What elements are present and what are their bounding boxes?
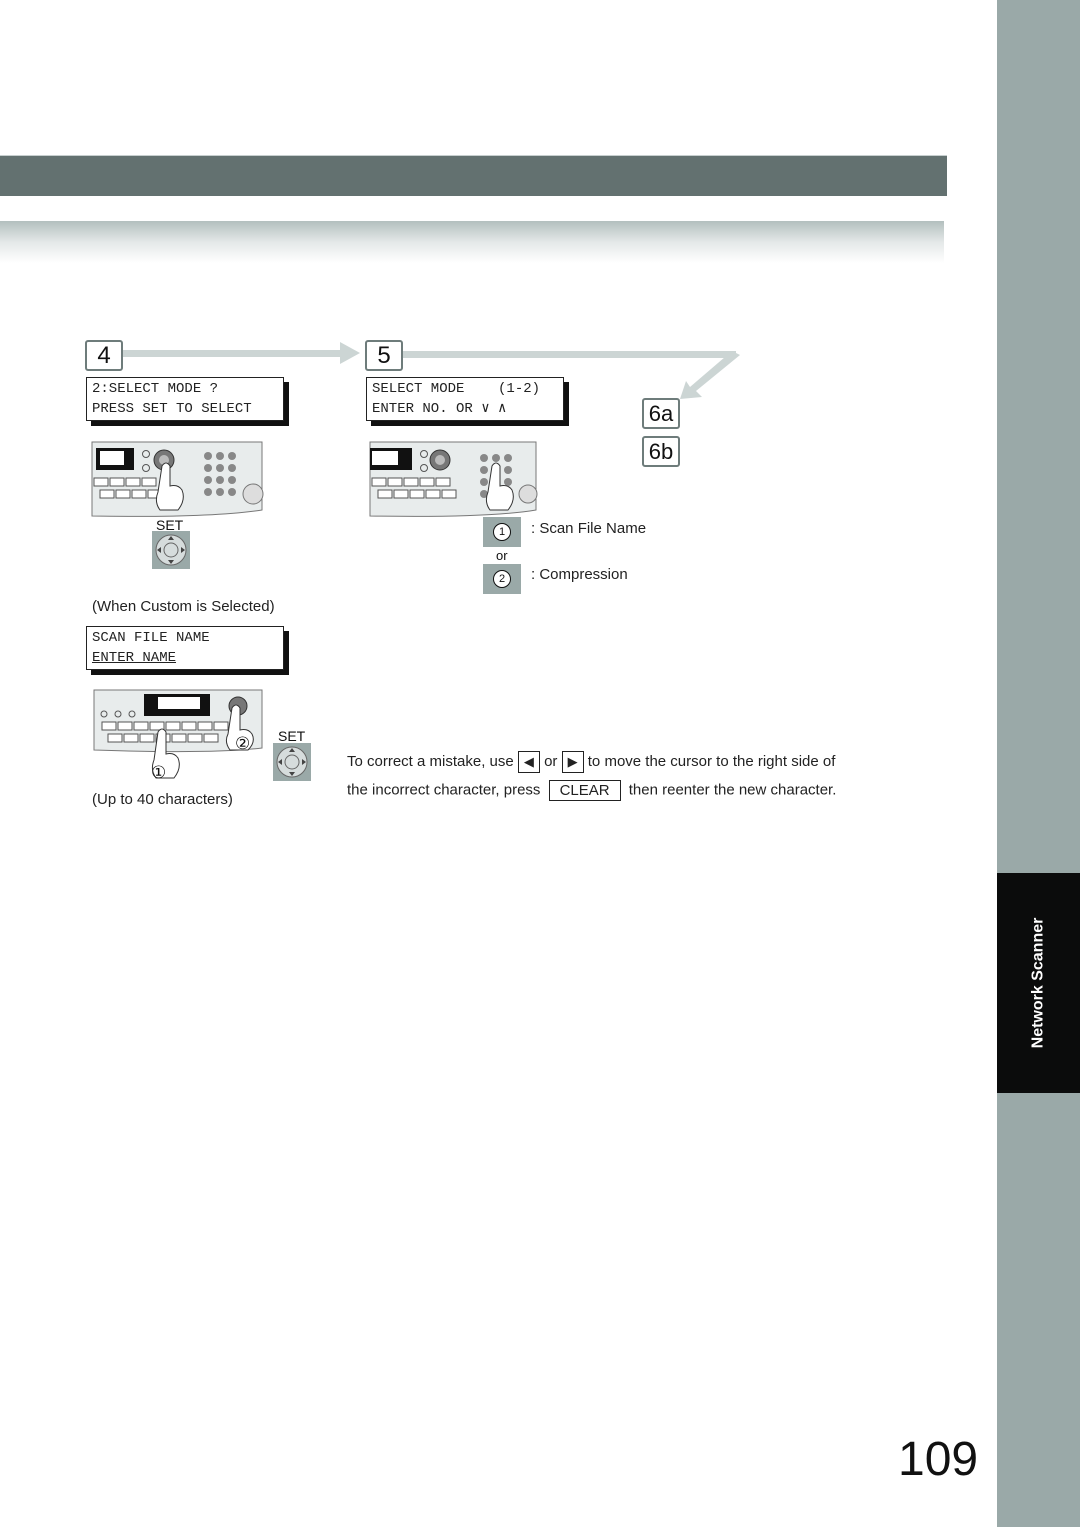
instruction-text: the incorrect character, press — [347, 781, 541, 799]
callout-1: ① — [151, 763, 167, 782]
lcd-line-2: PRESS SET TO SELECT — [92, 401, 252, 417]
instruction-or: or — [544, 752, 558, 770]
arrow-diagonal-icon — [680, 351, 740, 399]
lcd-display-scan-file-name: SCAN FILE NAME ENTER NAME — [86, 626, 284, 670]
instruction-line-2: the incorrect character, press CLEAR the… — [347, 780, 836, 801]
side-margin-bar — [997, 0, 1080, 1527]
lcd-display-step4: 2:SELECT MODE ? PRESS SET TO SELECT — [86, 377, 284, 421]
right-arrow-key-icon: ▶ — [561, 751, 584, 773]
lcd-line-1: 2:SELECT MODE ? — [92, 381, 219, 397]
page-number: 109 — [898, 1433, 979, 1486]
step-4-badge: 4 — [85, 340, 123, 371]
or-label: or — [496, 548, 508, 563]
clear-key-icon: CLEAR — [548, 780, 621, 801]
left-arrow-key-icon: ◀ — [517, 751, 540, 773]
lcd-line-2: ENTER NO. OR ∨ ∧ — [372, 401, 507, 417]
number-key-1: 1 — [483, 517, 521, 547]
step-6b-badge: 6b — [642, 436, 680, 467]
set-key-icon — [152, 531, 190, 569]
lcd-line-1: SCAN FILE NAME — [92, 630, 210, 646]
callout-2: ② — [235, 734, 251, 753]
section-tab: Network Scanner — [997, 873, 1080, 1093]
lcd-line-2: ENTER NAME — [92, 650, 177, 666]
step-6a-badge: 6a — [642, 398, 680, 429]
control-panel-illustration — [91, 441, 264, 517]
instruction-line-1: To correct a mistake, use ◀ or ▶ to move… — [347, 751, 835, 773]
lcd-display-step5: SELECT MODE (1-2) ENTER NO. OR ∨ ∧ — [366, 377, 564, 421]
option-compression: : Compression — [531, 566, 628, 583]
control-panel-illustration-2 — [369, 441, 538, 517]
set-key-icon-2 — [273, 743, 311, 781]
instruction-text: then reenter the new character. — [628, 781, 837, 799]
custom-selected-note: (When Custom is Selected) — [92, 598, 275, 615]
lcd-line-1: SELECT MODE (1-2) — [372, 381, 541, 397]
instruction-text: To correct a mistake, use — [347, 752, 514, 770]
subheader-band — [0, 221, 944, 263]
step-arrow-4-5 — [123, 350, 343, 357]
arrow-head-icon — [340, 342, 360, 364]
section-tab-label: Network Scanner — [1029, 917, 1047, 1049]
option-scan-file-name: : Scan File Name — [531, 520, 647, 537]
char-limit-note: (Up to 40 characters) — [92, 791, 233, 808]
number-key-2: 2 — [483, 564, 521, 594]
instruction-text: to move the cursor to the right side of — [587, 752, 836, 770]
header-band — [0, 155, 947, 196]
set-key-label-2: SET — [278, 728, 306, 744]
step-5-badge: 5 — [365, 340, 403, 371]
